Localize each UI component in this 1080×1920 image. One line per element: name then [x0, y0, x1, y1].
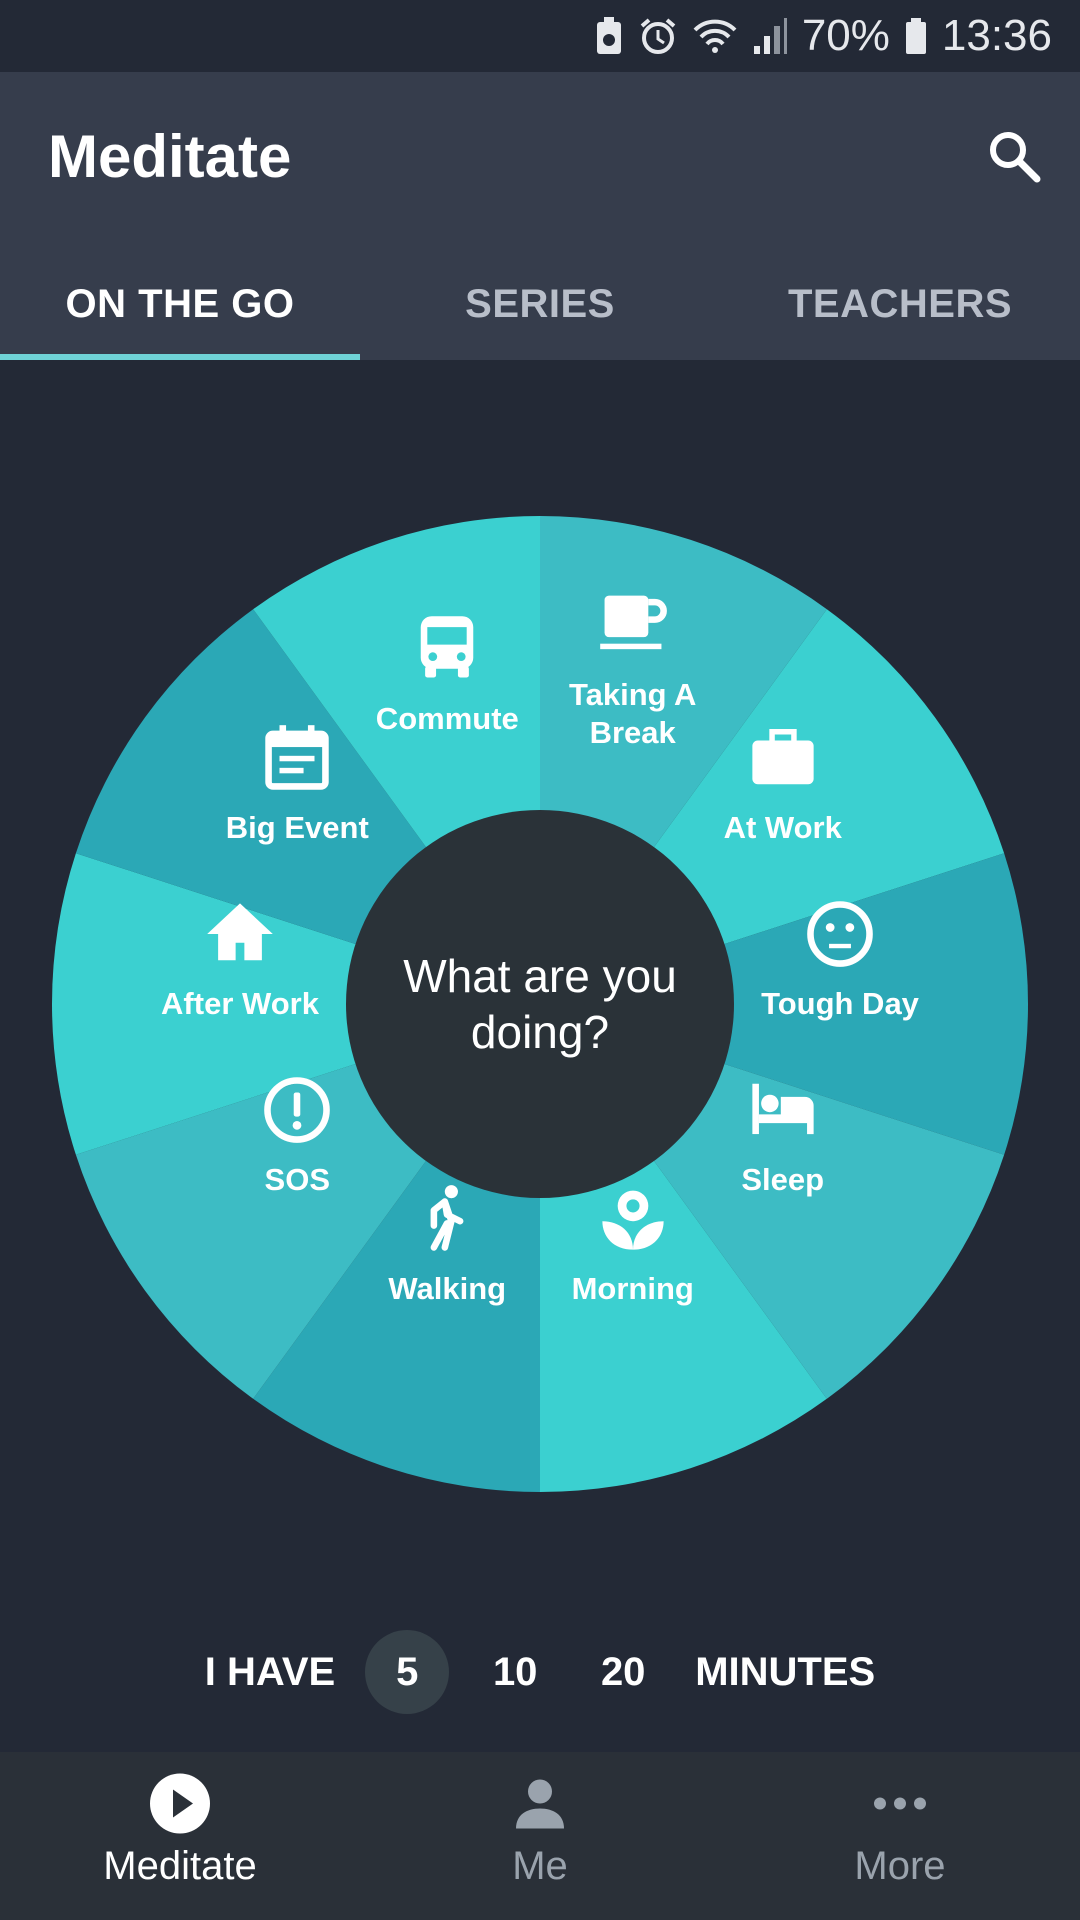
wheel-segment-label[interactable]: Walking [388, 1270, 506, 1308]
app-bar: Meditate ON THE GO SERIES TEACHERS [0, 72, 1080, 360]
wheel-center-question: What are you doing? [403, 950, 677, 1058]
duration-suffix: MINUTES [695, 1649, 876, 1694]
tab-label: TEACHERS [787, 281, 1013, 326]
wheel-segment-label[interactable]: Morning [572, 1270, 694, 1308]
duration-option-10[interactable]: 10 [473, 1630, 557, 1714]
wheel-segment-label[interactable]: After Work [161, 985, 319, 1023]
alert-circle-icon [262, 1075, 332, 1145]
nav-label: Meditate [103, 1844, 257, 1888]
clock: 13:36 [941, 11, 1052, 60]
page-title: Meditate [48, 123, 292, 190]
tab-teachers[interactable]: TEACHERS [720, 248, 1080, 360]
briefcase-icon [748, 723, 818, 793]
wheel-segment-label[interactable]: Big Event [226, 809, 369, 847]
flower-icon [598, 1184, 668, 1254]
nav-more[interactable]: More [720, 1752, 1080, 1920]
wheel-segment-label[interactable]: Sleep [741, 1161, 824, 1199]
bottom-nav: Meditate Me More [0, 1752, 1080, 1920]
tab-on-the-go[interactable]: ON THE GO [0, 248, 360, 360]
play-circle-icon [150, 1773, 210, 1834]
neutral-face-icon [805, 899, 875, 969]
coffee-cup-icon [598, 589, 668, 659]
battery-saver-icon [596, 17, 621, 54]
calendar-icon [262, 723, 332, 793]
bed-icon [748, 1075, 818, 1145]
tab-label: ON THE GO [65, 281, 295, 326]
battery-percent: 70% [801, 11, 890, 60]
duration-option-5[interactable]: 5 [365, 1630, 450, 1714]
search-button[interactable] [978, 120, 1050, 192]
wheel-segment-label[interactable]: Taking A Break [563, 676, 703, 752]
duration-selector: I HAVE 5 10 20 MINUTES [0, 1630, 1080, 1714]
nav-me[interactable]: Me [360, 1752, 720, 1920]
nav-meditate[interactable]: Meditate [0, 1752, 360, 1920]
wheel-segment-label[interactable]: SOS [265, 1161, 330, 1199]
alarm-icon [640, 18, 676, 54]
signal-icon [753, 18, 787, 54]
person-icon [516, 1779, 564, 1829]
status-icons: 70% 13:36 [594, 0, 1052, 72]
status-bar: 70% 13:36 [0, 0, 1080, 72]
bus-icon [412, 614, 482, 684]
tab-series[interactable]: SERIES [360, 248, 720, 360]
home-icon [205, 899, 275, 969]
wifi-icon [693, 19, 737, 53]
wheel-segment-label[interactable]: At Work [724, 809, 842, 847]
tab-bar: ON THE GO SERIES TEACHERS [0, 248, 1080, 360]
search-icon [990, 132, 1041, 183]
walking-person-icon [412, 1184, 482, 1254]
battery-icon [905, 18, 926, 54]
nav-label: Me [512, 1844, 568, 1888]
wheel-segment-label[interactable]: Tough Day [761, 985, 919, 1023]
duration-option-20[interactable]: 20 [581, 1630, 665, 1714]
tab-label: SERIES [465, 281, 615, 326]
more-dots-icon [874, 1797, 926, 1810]
duration-prefix: I HAVE [204, 1649, 336, 1694]
nav-label: More [854, 1844, 946, 1888]
wheel-segment-label[interactable]: Commute [376, 700, 519, 738]
activity-wheel: What are you doing? Taking A Break At Wor… [52, 516, 1028, 1492]
